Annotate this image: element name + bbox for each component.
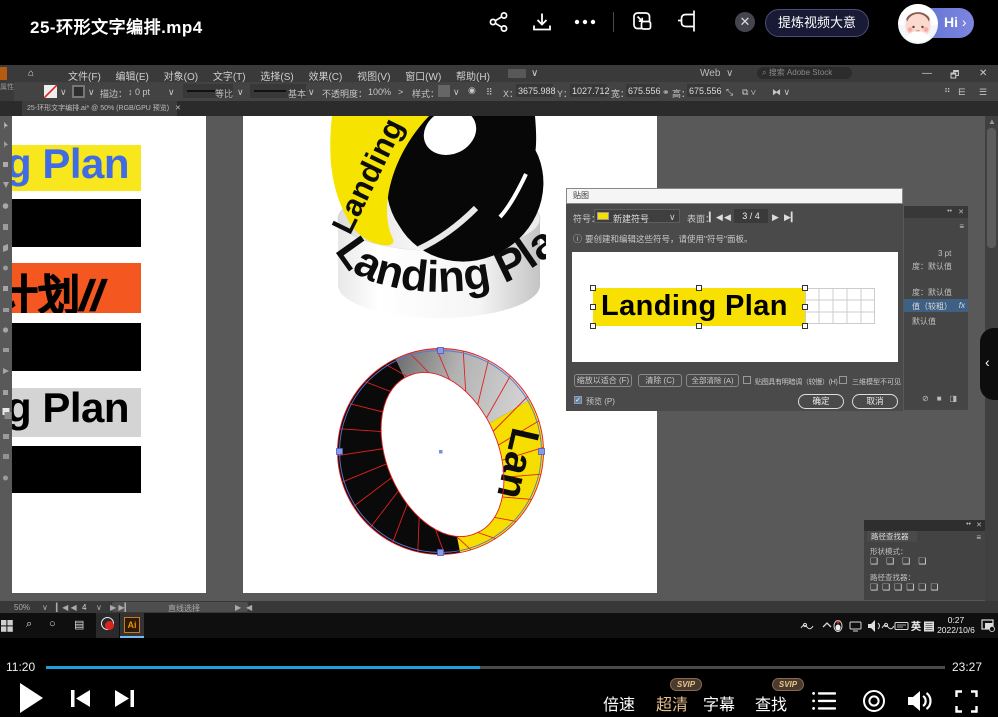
svg-text:英: 英 [910,620,922,633]
